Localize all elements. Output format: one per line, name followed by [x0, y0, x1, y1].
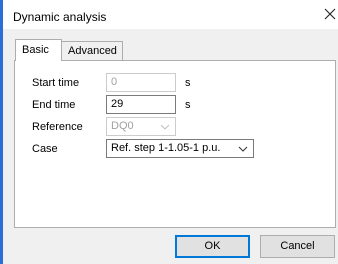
dialog-body: Basic Advanced Start time 0 s End time 2… [3, 29, 338, 264]
start-time-input[interactable]: 0 [106, 73, 176, 92]
cancel-button[interactable]: Cancel [260, 235, 335, 258]
title-bar[interactable]: Dynamic analysis [3, 0, 338, 29]
reference-select[interactable]: DQ0 [106, 117, 176, 136]
start-time-unit: s [185, 77, 191, 89]
reference-label: Reference [32, 121, 83, 133]
tab-advanced[interactable]: Advanced [62, 41, 123, 60]
chevron-down-icon [238, 146, 248, 152]
close-icon[interactable] [322, 6, 338, 22]
dialog-title: Dynamic analysis [13, 10, 107, 24]
case-label: Case [32, 143, 58, 155]
end-time-unit: s [185, 99, 191, 111]
end-time-input[interactable]: 29 [106, 95, 176, 114]
end-time-label: End time [32, 99, 76, 111]
basic-tab-panel: Start time 0 s End time 29 s Reference D… [14, 60, 336, 228]
reference-value: DQ0 [111, 120, 134, 132]
ok-button[interactable]: OK [175, 235, 250, 258]
dynamic-analysis-dialog: Dynamic analysis Basic Advanced Start ti… [0, 0, 338, 264]
chevron-down-icon [160, 124, 170, 130]
tab-basic[interactable]: Basic [15, 39, 62, 61]
case-value: Ref. step 1-1.05-1 p.u. [111, 142, 221, 154]
close-icon-glyph [324, 8, 336, 20]
start-time-label: Start time [32, 77, 80, 89]
case-select[interactable]: Ref. step 1-1.05-1 p.u. [106, 139, 254, 158]
